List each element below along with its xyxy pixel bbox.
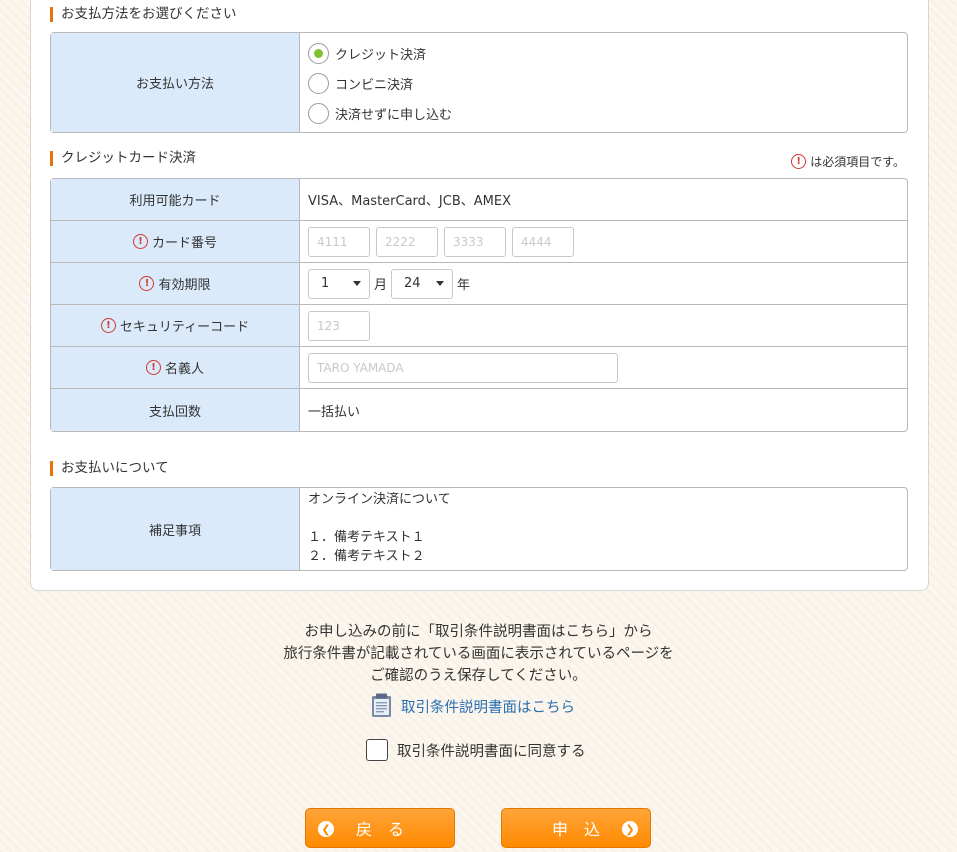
back-button[interactable]: ❮ 戻 る: [305, 808, 455, 848]
cards-value: VISA、MasterCard、JCB、AMEX: [300, 179, 907, 221]
radio-no-payment-label: 決済せずに申し込む: [335, 107, 453, 123]
cards-label: 利用可能カード: [51, 179, 300, 221]
expiry-header: ! 有効期限: [51, 263, 300, 305]
payment-info-table: 補足事項 オンライン決済について １．備考テキスト１ ２．備考テキスト２: [50, 487, 908, 571]
required-note: ! は必須項目です。: [791, 153, 905, 170]
holder-label: 名義人: [164, 362, 204, 377]
required-icon: !: [139, 276, 155, 291]
notes-line: １．備考テキスト１: [308, 530, 425, 545]
notes-line: オンライン決済について: [308, 492, 451, 507]
notes-label: 補足事項: [51, 488, 300, 570]
payment-info-section-title: お支払いについて: [50, 461, 169, 476]
submit-button[interactable]: 申 込 ❯: [501, 808, 651, 848]
card-number-input-4[interactable]: 4444: [512, 226, 574, 257]
document-icon: [372, 693, 391, 717]
radio-credit-label: クレジット決済: [335, 47, 427, 63]
required-icon: !: [145, 360, 161, 375]
back-button-label: 戻 る: [355, 820, 404, 839]
installments-value: 一括払い: [308, 404, 361, 420]
expiry-label: 有効期限: [158, 278, 211, 293]
credit-table: 利用可能カード VISA、MasterCard、JCB、AMEX ! カード番号 …: [50, 178, 908, 432]
required-note-text: は必須項目です。: [810, 155, 905, 169]
radio-no-payment-indicator[interactable]: [308, 102, 329, 124]
expiry-year-select[interactable]: 24: [391, 268, 454, 299]
credit-section-title: クレジットカード決済: [50, 151, 196, 166]
required-icon: !: [132, 234, 148, 249]
notice-line: お申し込みの前に「取引条件説明書面はこちら」から: [304, 624, 653, 640]
radio-credit[interactable]: クレジット決済: [308, 38, 907, 68]
terms-document-link-label[interactable]: 取引条件説明書面はこちら: [401, 696, 575, 717]
expiry-month-select[interactable]: 1: [308, 268, 370, 299]
radio-convenience-indicator[interactable]: [308, 72, 329, 94]
holder-header: ! 名義人: [51, 347, 300, 389]
payment-method-section-title: お支払方法をお選びください: [50, 7, 237, 22]
submit-button-label: 申 込: [551, 820, 600, 839]
arrow-right-icon: ❯: [622, 821, 638, 837]
security-code-label: セキュリティーコード: [119, 320, 250, 335]
expiry-month-value: 1: [321, 276, 330, 291]
arrow-left-icon: ❮: [318, 821, 334, 837]
chevron-down-icon: [353, 281, 361, 286]
chevron-down-icon: [436, 281, 445, 286]
required-icon: !: [791, 154, 807, 169]
installments-label: 支払回数: [51, 389, 300, 431]
notice-text: お申し込みの前に「取引条件説明書面はこちら」から 旅行条件書が記載されている画面…: [0, 621, 957, 687]
payment-method-label: お支払い方法: [51, 33, 300, 132]
radio-credit-indicator[interactable]: [308, 42, 329, 64]
notes-line: ２．備考テキスト２: [308, 549, 425, 564]
notes-content: オンライン決済について １．備考テキスト１ ２．備考テキスト２: [308, 488, 907, 566]
year-unit: 年: [457, 278, 471, 293]
agree-label: 取引条件説明書面に同意する: [397, 743, 586, 760]
month-unit: 月: [374, 278, 388, 293]
agree-checkbox[interactable]: [366, 739, 388, 761]
holder-input[interactable]: TARO YAMADA: [308, 352, 618, 383]
security-code-input[interactable]: 123: [308, 310, 370, 341]
radio-no-payment[interactable]: 決済せずに申し込む: [308, 98, 907, 128]
terms-document-link[interactable]: 取引条件説明書面はこちら: [370, 693, 575, 719]
payment-method-table: お支払い方法 クレジット決済 コンビニ決済 決済せずに申し込む: [50, 32, 908, 133]
radio-convenience-label: コンビニ決済: [335, 77, 414, 93]
agree-checkbox-row[interactable]: 取引条件説明書面に同意する: [366, 739, 586, 761]
expiry-year-value: 24: [404, 276, 421, 291]
card-number-input-1[interactable]: 4111: [308, 226, 370, 257]
required-icon: !: [100, 318, 116, 333]
card-number-input-3[interactable]: 3333: [444, 226, 506, 257]
radio-convenience[interactable]: コンビニ決済: [308, 68, 907, 98]
notes-line: [308, 509, 907, 528]
notice-line: 旅行条件書が記載されている画面に表示されているページを: [283, 646, 674, 662]
notice-line: ご確認のうえ保存してください。: [370, 668, 587, 684]
card-number-label: カード番号: [151, 236, 217, 251]
security-code-header: ! セキュリティーコード: [51, 305, 300, 347]
card-number-input-2[interactable]: 2222: [376, 226, 438, 257]
card-number-header: ! カード番号: [51, 221, 300, 263]
